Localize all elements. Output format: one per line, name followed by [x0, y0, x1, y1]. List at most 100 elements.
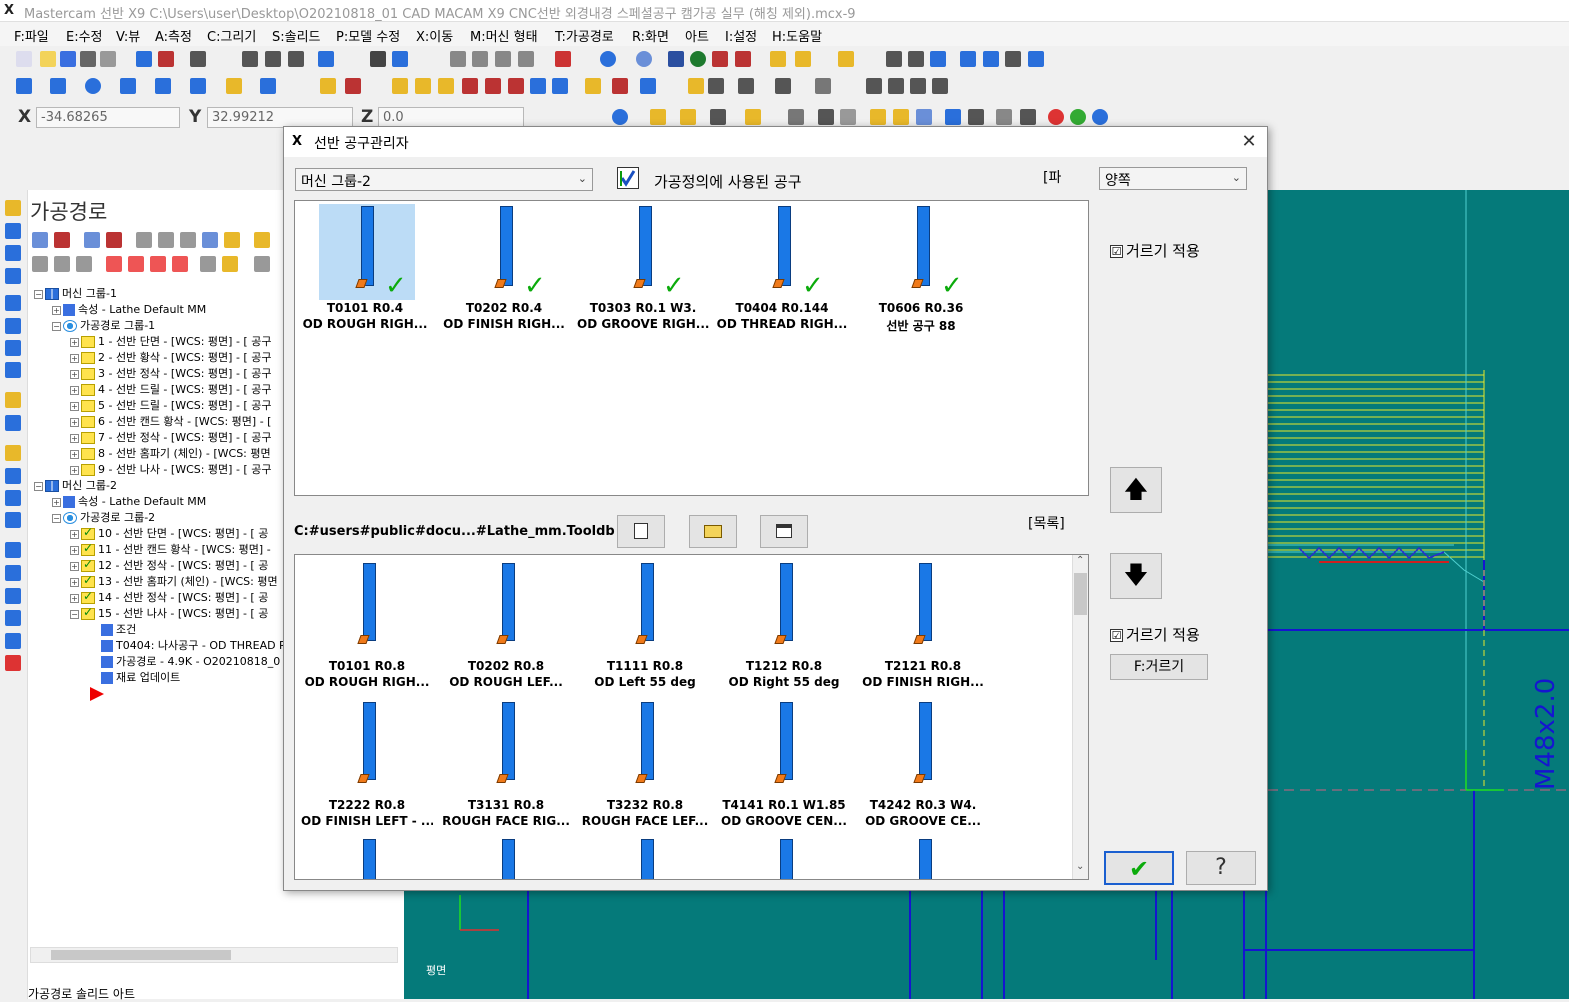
side-select[interactable]: 양쪽 ⌄ [1099, 167, 1247, 190]
library-vertical-scrollbar[interactable]: ⌃ ⌄ [1072, 555, 1088, 879]
ops-icon-3[interactable] [5, 245, 21, 261]
translucency-icon[interactable] [712, 51, 728, 67]
ops-icon-4[interactable] [5, 268, 21, 284]
used-tools-list[interactable]: ✓ T0101 R0.4 OD ROUGH RIGH... ✓ T0202 R0.4 OD… [294, 200, 1089, 496]
lock-ops-icon[interactable] [254, 232, 270, 248]
expand-icon[interactable]: + [70, 545, 79, 555]
tree-node[interactable]: +14 - 선반 정삭 - [WCS: 평면] - [ 공 [70, 589, 268, 605]
tree-node[interactable]: +2 - 선반 황삭 - [WCS: 평면] - [ 공구 [70, 349, 271, 365]
ops-icon-12[interactable] [5, 468, 21, 484]
unzoom-icon[interactable] [288, 51, 304, 67]
spline-icon[interactable] [190, 78, 206, 94]
sphere-icon[interactable] [636, 51, 652, 67]
backplot-icon[interactable] [968, 109, 984, 125]
tool-tile[interactable]: ✓ T0303 R0.1 W3. OD GROOVE RIGH... [577, 201, 709, 337]
ops-icon-13[interactable] [5, 490, 21, 506]
tree-node[interactable]: +11 - 선반 캔드 황삭 - [WCS: 평면] - [70, 541, 271, 557]
highfeed-icon[interactable] [224, 232, 240, 248]
tool-tile[interactable]: T1111 R0.8 OD Left 55 deg [579, 555, 711, 691]
insert-arrow-icon[interactable] [150, 256, 166, 272]
tree-node[interactable]: +5 - 선반 드릴 - [WCS: 평면] - [ 공구 [70, 397, 271, 413]
toggle-display-icon[interactable] [76, 256, 92, 272]
tree-node[interactable]: − 가공경로 그룹-2 [52, 509, 155, 525]
menu-art[interactable]: 아트 [685, 26, 709, 45]
tree-horizontal-scrollbar[interactable] [30, 947, 398, 963]
fit-icon[interactable] [190, 51, 206, 67]
expand-icon[interactable]: + [70, 449, 79, 459]
menu-xform[interactable]: X:이동 [416, 26, 453, 45]
shade-cube-icon[interactable] [450, 51, 466, 67]
menu-screen[interactable]: R:화면 [632, 26, 669, 45]
verify-icon[interactable] [945, 109, 961, 125]
pencil-icon[interactable] [770, 51, 786, 67]
select-dirty-icon[interactable] [84, 232, 100, 248]
window-select-icon[interactable] [788, 109, 804, 125]
zoom-window-icon[interactable] [242, 51, 258, 67]
view-mode-button[interactable] [760, 515, 808, 548]
filter-apply-checkbox-top[interactable]: ☑ 거르기 적용 [1110, 240, 1200, 261]
ops-icon-1[interactable] [5, 200, 21, 216]
fillet-icon[interactable] [260, 78, 276, 94]
ops-icon-6[interactable] [5, 318, 21, 334]
tree-node[interactable]: − 가공경로 그룹-1 [52, 317, 155, 333]
face-select-icon[interactable] [893, 109, 909, 125]
print-preview-icon[interactable] [100, 51, 116, 67]
dimension-icon[interactable] [708, 78, 724, 94]
circle-icon[interactable] [85, 78, 101, 94]
menu-model-prep[interactable]: P:모델 수정 [336, 26, 400, 45]
expand-icon[interactable]: + [70, 353, 79, 363]
ops-icon-2[interactable] [5, 223, 21, 239]
ops-icon-8[interactable] [5, 362, 21, 378]
new-file-icon[interactable] [16, 51, 32, 67]
expand-icon[interactable]: + [70, 401, 79, 411]
select-icon[interactable] [745, 109, 761, 125]
hatch-icon[interactable] [815, 78, 831, 94]
tree-node[interactable]: +1 - 선반 단면 - [WCS: 평면] - [ 공구 [70, 333, 271, 349]
collapse-icon[interactable]: − [34, 481, 43, 491]
point-icon[interactable] [16, 78, 32, 94]
tree-node[interactable]: T0404: 나사공구 - OD THREAD R [88, 637, 287, 653]
shading-icon[interactable] [668, 51, 684, 67]
wire-color-icon[interactable] [735, 51, 751, 67]
menu-file[interactable]: F:파일 [14, 26, 49, 45]
collapse-icon[interactable]: − [52, 321, 61, 331]
tool-tile[interactable]: T4141 R0.1 W1.85 OD GROOVE CEN... [718, 694, 850, 830]
view-iso-icon[interactable] [370, 51, 386, 67]
ok-button[interactable]: ✔ [1104, 851, 1174, 885]
tool-tile[interactable]: T0101 R0.8 OD ROUGH RIGH... [301, 555, 433, 691]
solid-icon[interactable] [226, 78, 242, 94]
undo-icon[interactable] [136, 51, 152, 67]
tree-node[interactable]: 재료 업데이트 [88, 669, 180, 685]
ops-icon-7[interactable] [5, 340, 21, 356]
regen-icon[interactable] [710, 109, 726, 125]
tool-tile[interactable]: T0202 R0.8 OD ROUGH LEF... [440, 555, 572, 691]
lock-icon[interactable] [32, 256, 48, 272]
open-library-button[interactable] [689, 515, 737, 548]
arc-icon[interactable] [155, 78, 171, 94]
dim-leader-icon[interactable] [932, 78, 948, 94]
menu-create[interactable]: C:그리기 [207, 26, 256, 45]
save-icon[interactable] [60, 51, 76, 67]
tool-tile[interactable]: T2121 R0.8 OD FINISH RIGH... [857, 555, 989, 691]
ops-icon-9[interactable] [5, 392, 21, 408]
scroll-arrow-icon[interactable] [172, 256, 188, 272]
outline-cube-icon[interactable] [518, 51, 534, 67]
wire-cube-icon[interactable] [472, 51, 488, 67]
ops-icon-19[interactable] [5, 633, 21, 649]
ops-icon-11[interactable] [5, 445, 21, 461]
tree-node[interactable]: 가공경로 - 4.9K - O20210818_0 [88, 653, 280, 669]
backplot-ops-icon[interactable] [136, 232, 152, 248]
expand-icon[interactable]: + [70, 465, 79, 475]
delete-icon[interactable] [345, 78, 361, 94]
insert-marker-icon[interactable] [90, 687, 104, 701]
solid-cube-icon[interactable] [555, 51, 571, 67]
sim-icon[interactable] [996, 109, 1012, 125]
menu-analyze[interactable]: A:측정 [155, 26, 192, 45]
ops-icon-16[interactable] [5, 565, 21, 581]
xform-project-icon[interactable] [552, 78, 568, 94]
close-icon[interactable]: ✕ [1234, 129, 1264, 155]
globe-icon[interactable] [600, 51, 616, 67]
ops-icon-18[interactable] [5, 610, 21, 626]
material-icon[interactable] [690, 51, 706, 67]
expand-icon[interactable]: + [70, 577, 79, 587]
